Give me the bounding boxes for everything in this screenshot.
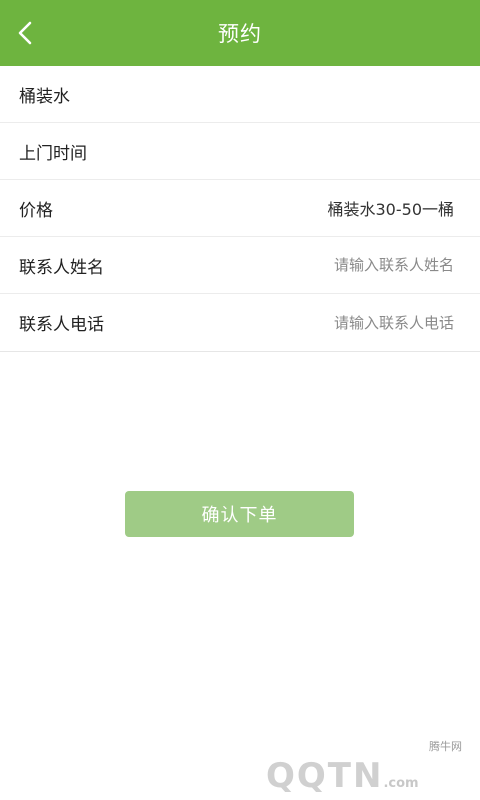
watermark-logo: QQTN.com [266,756,419,796]
watermark-site-name: 腾牛网 [429,740,462,753]
row-label: 联系人电话 [19,315,104,335]
back-button[interactable] [6,13,46,53]
booking-form: 桶装水 上门时间 价格 桶装水30-50一桶 联系人姓名 联系人电话 [0,66,480,352]
price-value: 桶装水30-50一桶 [327,200,455,219]
watermark-logo-suffix: .com [383,776,419,791]
watermark-logo-text: QQTN [266,756,384,796]
contact-phone-input[interactable] [234,313,454,332]
watermark: 腾牛网 QQTN.com [266,736,476,796]
header-bar: 预约 [0,0,480,66]
contact-name-input[interactable] [234,256,454,274]
page-title: 预约 [218,22,262,46]
confirm-order-button[interactable]: 确认下单 [125,491,354,537]
row-label: 价格 [19,200,53,221]
chevron-left-icon [18,21,32,45]
submit-area: 确认下单 [125,491,354,537]
row-visit-time[interactable]: 上门时间 [0,123,480,180]
row-label: 桶装水 [19,86,70,107]
row-price: 价格 桶装水30-50一桶 [0,180,480,237]
row-label: 上门时间 [19,143,87,164]
booking-screen: 预约 桶装水 上门时间 价格 桶装水30-50一桶 联系人姓名 联系人电话 确认… [0,0,480,800]
row-water-type[interactable]: 桶装水 [0,66,480,123]
row-contact-name: 联系人姓名 [0,237,480,294]
row-label: 联系人姓名 [19,257,104,278]
row-contact-phone: 联系人电话 [0,294,480,351]
